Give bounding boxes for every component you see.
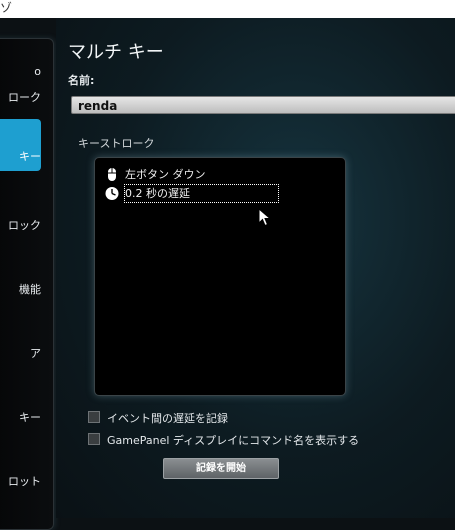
multikey-editor-panel: マルチ キー 名前: renda キーストローク 左ボタン ダウン 0.2 秒の… [56, 18, 455, 518]
sidebar-item-textblock[interactable]: ロック [0, 217, 41, 233]
title-bar-glyph: ゾ [0, 1, 13, 15]
keystroke-list[interactable]: 左ボタン ダウン 0.2 秒の遅延 [94, 157, 346, 396]
name-input[interactable]: renda [71, 96, 455, 114]
sidebar-item-shortcut[interactable]: ア [0, 345, 41, 361]
sidebar-item-keystroke[interactable]: ローク [0, 89, 41, 105]
start-recording-button[interactable]: 記録を開始 [163, 458, 279, 479]
keystroke-item-left-button-down[interactable]: 左ボタン ダウン [105, 166, 337, 183]
page-title: マルチ キー [68, 42, 164, 63]
sidebar-item-multikey[interactable]: キー [0, 119, 41, 171]
sidebar: o ローク キー ロック 機能 ア キー ロット [0, 38, 54, 530]
sidebar-item-1[interactable]: o [0, 65, 41, 78]
window-title-bar: ゾ [0, 0, 455, 18]
record-delays-label: イベント間の遅延を記録 [107, 412, 228, 425]
record-delays-checkbox[interactable] [88, 411, 100, 423]
show-command-name-checkbox[interactable] [88, 433, 100, 445]
keystroke-item-delay[interactable]: 0.2 秒の遅延 [105, 184, 337, 203]
keystroke-text: 0.2 秒の遅延 [124, 184, 279, 203]
sidebar-item-function[interactable]: 機能 [0, 281, 41, 297]
mouse-icon [108, 168, 116, 181]
mouse-pointer-icon [258, 208, 272, 227]
keystroke-text: 左ボタン ダウン [125, 168, 206, 181]
sidebar-item-hotkey[interactable]: キー [0, 409, 41, 425]
sidebar-item-multikey-label: キー [19, 150, 41, 163]
clock-icon [105, 187, 119, 200]
sidebar-item-script[interactable]: ロット [0, 473, 41, 489]
keystroke-label: キーストローク [78, 137, 155, 150]
show-command-name-label: GamePanel ディスプレイにコマンド名を表示する [107, 434, 360, 447]
name-label: 名前: [68, 74, 95, 87]
